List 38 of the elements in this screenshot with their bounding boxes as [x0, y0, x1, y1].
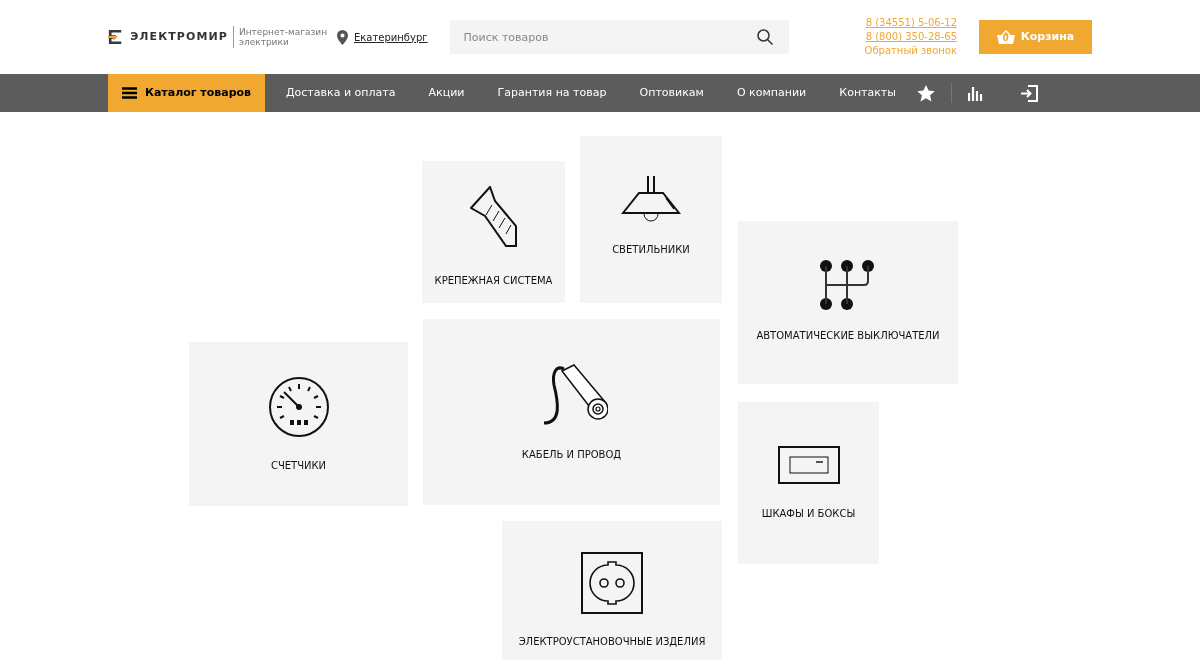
category-tile[interactable]: ШКАФЫ И БОКСЫ [738, 402, 879, 564]
search-field[interactable]: Поиск товаров [449, 20, 789, 54]
nav-link[interactable]: Гарантия на товар [497, 84, 607, 102]
enclosure-icon [777, 446, 840, 484]
category-tile[interactable]: КАБЕЛЬ И ПРОВОД [423, 319, 720, 505]
logo-icon [108, 28, 123, 46]
nav-link[interactable]: Акции [428, 84, 465, 102]
category-tile[interactable]: КРЕПЕЖНАЯ СИСТЕМА [422, 161, 565, 303]
category-tile[interactable]: СЧЕТЧИКИ [189, 342, 408, 506]
location-pin-icon [337, 29, 348, 45]
category-tile[interactable]: СВЕТИЛЬНИКИ [580, 136, 722, 303]
nav-link[interactable]: Оптовикам [639, 84, 704, 102]
category-label: КАБЕЛЬ И ПРОВОД [521, 448, 622, 462]
category-tile[interactable]: АВТОМАТИЧЕСКИЕ ВЫКЛЮЧАТЕЛИ [738, 221, 958, 384]
category-label: СЧЕТЧИКИ [270, 459, 327, 473]
category-tile[interactable]: ЭЛЕКТРОУСТАНОВОЧНЫЕ ИЗДЕЛИЯ [502, 521, 722, 660]
favorites-star-icon[interactable] [917, 84, 935, 102]
nav-link[interactable]: Доставка и оплата [286, 84, 396, 102]
power-socket-icon [581, 552, 643, 614]
catalog-button[interactable]: Каталог товаров [108, 74, 265, 112]
nav-link[interactable]: О компании [736, 84, 807, 102]
tagline: Интернет-магазин электрики [239, 27, 329, 47]
gauge-icon [267, 376, 330, 438]
category-label: ЭЛЕКТРОУСТАНОВОЧНЫЕ ИЗДЕЛИЯ [518, 635, 706, 649]
search-icon[interactable] [756, 29, 773, 45]
logo-text: ЭЛЕКТРОМИР [130, 28, 228, 45]
compare-bars-icon[interactable] [968, 85, 984, 101]
category-label: ШКАФЫ И БОКСЫ [761, 507, 856, 521]
switch-contacts-icon [820, 260, 876, 312]
category-label: КРЕПЕЖНАЯ СИСТЕМА [434, 274, 553, 288]
screw-icon [469, 186, 518, 248]
category-label: СВЕТИЛЬНИКИ [612, 243, 690, 257]
nav-link[interactable]: Контакты [839, 84, 896, 102]
category-label: АВТОМАТИЧЕСКИЕ ВЫКЛЮЧАТЕЛИ [756, 329, 940, 343]
city-link[interactable]: Екатеринбург [354, 29, 428, 45]
menu-icon [121, 87, 137, 99]
basket-icon [996, 30, 1015, 44]
login-icon[interactable] [1021, 84, 1038, 102]
